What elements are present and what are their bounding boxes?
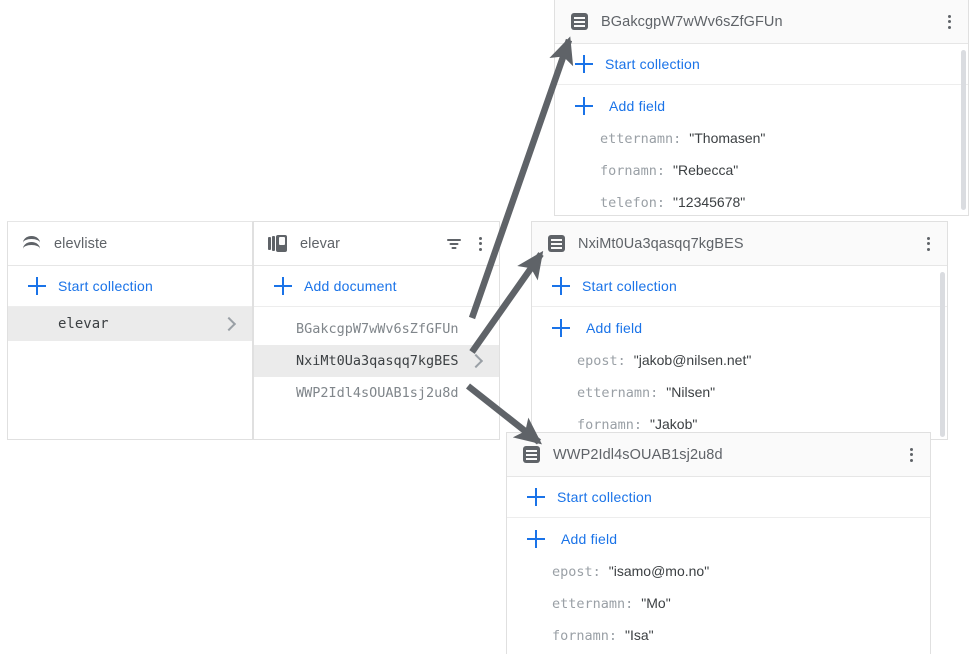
collection-icon bbox=[268, 234, 288, 254]
plus-icon bbox=[552, 319, 570, 337]
field-row[interactable]: fornamn: "Isa" bbox=[507, 627, 930, 654]
document-panel-3-header: WWP2Idl4sOUAB1sj2u8d bbox=[507, 433, 930, 477]
field-key: epost: bbox=[577, 353, 626, 369]
firestore-data-browser: BGakcgpW7wWv6sZfGFUn Start collection Ad… bbox=[0, 0, 979, 654]
document-id: WWP2Idl4sOUAB1sj2u8d bbox=[296, 385, 485, 401]
document-panel-3: WWP2Idl4sOUAB1sj2u8d Start collection Ad… bbox=[506, 432, 931, 654]
field-row[interactable]: epost: "jakob@nilsen.net" bbox=[532, 352, 947, 384]
start-collection-button-db[interactable]: Start collection bbox=[8, 266, 252, 307]
start-collection-label: Start collection bbox=[557, 489, 652, 505]
filter-icon[interactable] bbox=[443, 233, 465, 255]
document-panel-2-title: NxiMt0Ua3qasqq7kgBES bbox=[578, 236, 917, 252]
add-document-label: Add document bbox=[304, 278, 397, 294]
field-key: telefon: bbox=[600, 195, 665, 211]
kebab-menu-icon[interactable] bbox=[900, 444, 922, 466]
plus-icon bbox=[552, 277, 570, 295]
add-field-button-3[interactable]: Add field bbox=[507, 518, 930, 559]
document-panel-2-fields: epost: "jakob@nilsen.net" etternamn: "Ni… bbox=[532, 348, 947, 440]
document-panel-2-header: NxiMt0Ua3qasqq7kgBES bbox=[532, 222, 947, 266]
add-field-label: Add field bbox=[609, 98, 665, 114]
field-key: fornamn: bbox=[577, 417, 642, 433]
field-value: "12345678" bbox=[673, 194, 745, 210]
add-field-label: Add field bbox=[586, 320, 642, 336]
document-panel-3-fields: epost: "isamo@mo.no" etternamn: "Mo" for… bbox=[507, 559, 930, 654]
kebab-menu-icon[interactable] bbox=[917, 233, 939, 255]
field-row[interactable]: fornamn: "Rebecca" bbox=[555, 162, 968, 194]
start-collection-button-2[interactable]: Start collection bbox=[532, 266, 947, 307]
collection-row-elevar[interactable]: elevar bbox=[8, 307, 252, 341]
document-panel-2: NxiMt0Ua3qasqq7kgBES Start collection Ad… bbox=[531, 221, 948, 440]
add-document-button[interactable]: Add document bbox=[254, 266, 499, 307]
document-panel-1: BGakcgpW7wWv6sZfGFUn Start collection Ad… bbox=[554, 0, 969, 216]
field-value: "Jakob" bbox=[650, 416, 697, 432]
database-panel-header: elevliste bbox=[8, 222, 252, 266]
chevron-right-icon bbox=[467, 352, 485, 370]
field-key: etternamn: bbox=[552, 596, 633, 612]
start-collection-button-1[interactable]: Start collection bbox=[555, 44, 968, 85]
plus-icon bbox=[527, 488, 545, 506]
document-panel-3-title: WWP2Idl4sOUAB1sj2u8d bbox=[553, 447, 900, 463]
document-row[interactable]: NxiMt0Ua3qasqq7kgBES bbox=[254, 345, 499, 377]
start-collection-label: Start collection bbox=[582, 278, 677, 294]
plus-icon bbox=[274, 277, 292, 295]
field-row[interactable]: epost: "isamo@mo.no" bbox=[507, 563, 930, 595]
field-value: "isamo@mo.no" bbox=[609, 563, 709, 579]
scrollbar-vertical[interactable] bbox=[940, 272, 945, 437]
add-field-label: Add field bbox=[561, 531, 617, 547]
field-key: etternamn: bbox=[600, 131, 681, 147]
plus-icon bbox=[527, 530, 545, 548]
field-row[interactable]: etternamn: "Thomasen" bbox=[555, 130, 968, 162]
field-key: fornamn: bbox=[552, 628, 617, 644]
collection-name: elevar bbox=[300, 236, 443, 252]
kebab-menu-icon[interactable] bbox=[938, 11, 960, 33]
document-id: NxiMt0Ua3qasqq7kgBES bbox=[296, 353, 467, 369]
start-collection-label: Start collection bbox=[58, 278, 153, 294]
collection-panel: elevar Add document BGakcgpW7wWv6sZfGFUn… bbox=[253, 221, 500, 440]
chevron-right-icon bbox=[220, 315, 238, 333]
add-field-button-1[interactable]: Add field bbox=[555, 85, 968, 126]
collection-panel-header: elevar bbox=[254, 222, 499, 266]
document-icon bbox=[569, 12, 589, 32]
field-value: "Isa" bbox=[625, 627, 654, 643]
plus-icon bbox=[575, 97, 593, 115]
document-panel-1-fields: etternamn: "Thomasen" fornamn: "Rebecca"… bbox=[555, 126, 968, 216]
field-row[interactable]: etternamn: "Mo" bbox=[507, 595, 930, 627]
start-collection-label: Start collection bbox=[605, 56, 700, 72]
document-id: BGakcgpW7wWv6sZfGFUn bbox=[296, 321, 485, 337]
start-collection-button-3[interactable]: Start collection bbox=[507, 477, 930, 518]
document-icon bbox=[546, 234, 566, 254]
field-key: epost: bbox=[552, 564, 601, 580]
field-value: "Rebecca" bbox=[673, 162, 738, 178]
document-list: BGakcgpW7wWv6sZfGFUn NxiMt0Ua3qasqq7kgBE… bbox=[254, 307, 499, 409]
database-panel: elevliste Start collection elevar bbox=[7, 221, 253, 440]
plus-icon bbox=[575, 55, 593, 73]
document-icon bbox=[521, 445, 541, 465]
field-key: fornamn: bbox=[600, 163, 665, 179]
field-value: "Nilsen" bbox=[666, 384, 715, 400]
document-row[interactable]: BGakcgpW7wWv6sZfGFUn bbox=[254, 313, 499, 345]
kebab-menu-icon[interactable] bbox=[469, 233, 491, 255]
database-icon bbox=[22, 234, 42, 254]
field-value: "Mo" bbox=[641, 595, 670, 611]
add-field-button-2[interactable]: Add field bbox=[532, 307, 947, 348]
field-key: etternamn: bbox=[577, 385, 658, 401]
field-row[interactable]: etternamn: "Nilsen" bbox=[532, 384, 947, 416]
field-value: "Thomasen" bbox=[689, 130, 765, 146]
plus-icon bbox=[28, 277, 46, 295]
collection-name: elevar bbox=[58, 316, 220, 332]
field-value: "jakob@nilsen.net" bbox=[634, 352, 752, 368]
document-panel-1-title: BGakcgpW7wWv6sZfGFUn bbox=[601, 14, 938, 30]
document-panel-1-header: BGakcgpW7wWv6sZfGFUn bbox=[555, 0, 968, 44]
database-name: elevliste bbox=[54, 236, 244, 252]
document-row[interactable]: WWP2Idl4sOUAB1sj2u8d bbox=[254, 377, 499, 409]
scrollbar-vertical[interactable] bbox=[961, 50, 966, 210]
field-row[interactable]: telefon: "12345678" bbox=[555, 194, 968, 216]
